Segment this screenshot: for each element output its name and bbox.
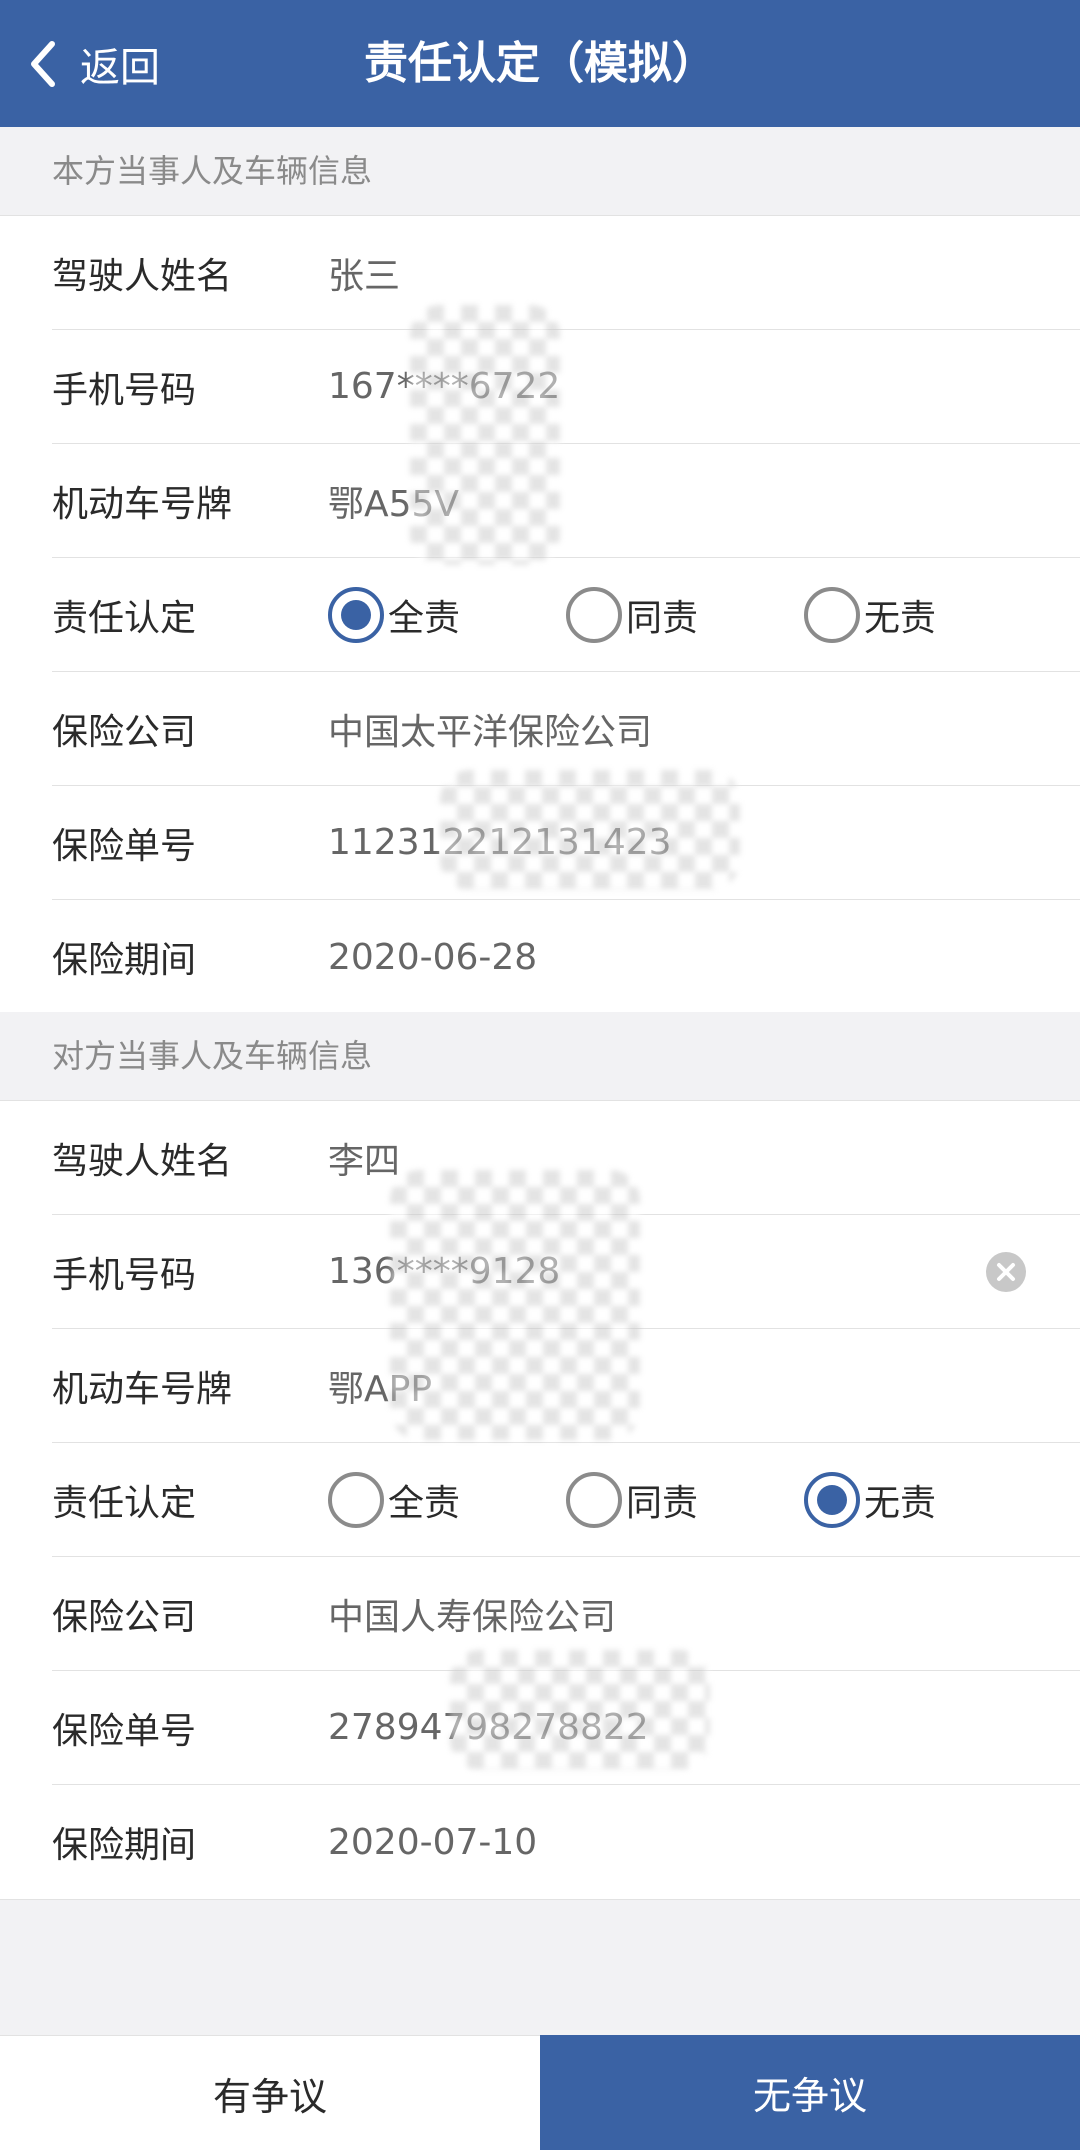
clear-icon[interactable] bbox=[986, 1252, 1026, 1292]
own-liability-radio-group: 全责 同责 无责 bbox=[328, 586, 1080, 643]
radio-label: 全责 bbox=[388, 597, 461, 639]
own-party-form: 驾驶人姓名 张三 手机号码 167****6722 机动车号牌 鄂A55V 责任… bbox=[0, 215, 1080, 1015]
other-liability-option-equal[interactable]: 同责 bbox=[566, 1471, 804, 1528]
own-liability-row: 责任认定 全责 同责 无责 bbox=[52, 558, 1080, 672]
other-plate-value: 鄂APP bbox=[328, 1368, 433, 1410]
radio-label: 全责 bbox=[388, 1482, 461, 1524]
other-period-value: 2020-07-10 bbox=[328, 1821, 538, 1863]
other-insurer-value: 中国人寿保险公司 bbox=[328, 1596, 617, 1638]
radio-unchecked-icon[interactable] bbox=[566, 1471, 622, 1528]
row-label: 保险期间 bbox=[52, 940, 197, 981]
row-label: 驾驶人姓名 bbox=[52, 255, 233, 297]
radio-label: 同责 bbox=[626, 597, 699, 639]
other-liability-radio-group: 全责 同责 无责 bbox=[328, 1471, 1080, 1528]
row-label: 机动车号牌 bbox=[52, 1368, 233, 1410]
other-phone-input[interactable]: 136****9128 bbox=[328, 1251, 1080, 1292]
own-insurer-value: 中国太平洋保险公司 bbox=[328, 711, 653, 753]
own-policy-row: 保险单号 112312212131423 bbox=[52, 786, 1080, 900]
own-phone-row: 手机号码 167****6722 bbox=[52, 330, 1080, 444]
other-driver-name-value: 李四 bbox=[328, 1140, 401, 1182]
own-period-row: 保险期间 2020-06-28 bbox=[52, 900, 1080, 1014]
row-label: 手机号码 bbox=[52, 369, 197, 411]
radio-checked-icon[interactable] bbox=[328, 586, 384, 643]
radio-label: 无责 bbox=[864, 1482, 937, 1524]
own-insurer-row: 保险公司 中国太平洋保险公司 bbox=[52, 672, 1080, 786]
other-liability-option-full[interactable]: 全责 bbox=[328, 1471, 566, 1528]
row-label: 责任认定 bbox=[52, 597, 197, 639]
row-label: 驾驶人姓名 bbox=[52, 1140, 233, 1182]
own-plate-row: 机动车号牌 鄂A55V bbox=[52, 444, 1080, 558]
row-label: 保险公司 bbox=[52, 711, 197, 753]
other-driver-name-row: 驾驶人姓名 李四 bbox=[52, 1101, 1080, 1215]
other-liability-option-none[interactable]: 无责 bbox=[804, 1471, 1042, 1528]
other-insurer-row: 保险公司 中国人寿保险公司 bbox=[52, 1557, 1080, 1671]
bottom-action-bar: 有争议 无争议 bbox=[0, 2035, 1080, 2150]
own-phone-value: 167****6722 bbox=[328, 366, 561, 407]
own-party-section-header: 本方当事人及车辆信息 bbox=[0, 127, 1080, 215]
other-liability-row: 责任认定 全责 同责 无责 bbox=[52, 1443, 1080, 1557]
other-plate-row: 机动车号牌 鄂APP bbox=[52, 1329, 1080, 1443]
other-phone-row: 手机号码 136****9128 bbox=[52, 1215, 1080, 1329]
radio-label: 无责 bbox=[864, 597, 937, 639]
other-party-section-header: 对方当事人及车辆信息 bbox=[0, 1012, 1080, 1100]
own-period-value: 2020-06-28 bbox=[328, 936, 538, 978]
own-policy-value: 112312212131423 bbox=[328, 822, 672, 863]
navigation-bar: 返回 责任认定（模拟） bbox=[0, 0, 1080, 127]
radio-label: 同责 bbox=[626, 1482, 699, 1524]
own-liability-option-full[interactable]: 全责 bbox=[328, 586, 566, 643]
row-label: 保险公司 bbox=[52, 1596, 197, 1638]
own-plate-value: 鄂A55V bbox=[328, 483, 460, 525]
row-label: 机动车号牌 bbox=[52, 483, 233, 525]
own-driver-name-value: 张三 bbox=[328, 255, 401, 297]
dispute-button[interactable]: 有争议 bbox=[0, 2035, 540, 2150]
radio-unchecked-icon[interactable] bbox=[804, 586, 860, 643]
row-label: 保险单号 bbox=[52, 825, 197, 867]
other-period-row: 保险期间 2020-07-10 bbox=[52, 1785, 1080, 1899]
other-policy-row: 保险单号 27894798278822 bbox=[52, 1671, 1080, 1785]
other-policy-value: 27894798278822 bbox=[328, 1707, 649, 1748]
row-label: 保险单号 bbox=[52, 1710, 197, 1752]
own-driver-name-row: 驾驶人姓名 张三 bbox=[52, 216, 1080, 330]
other-party-form: 驾驶人姓名 李四 手机号码 136****9128 机动车号牌 鄂APP 责任认… bbox=[0, 1100, 1080, 1900]
row-label: 保险期间 bbox=[52, 1825, 197, 1866]
own-liability-option-none[interactable]: 无责 bbox=[804, 586, 1042, 643]
radio-unchecked-icon[interactable] bbox=[328, 1471, 384, 1528]
page-title: 责任认定（模拟） bbox=[364, 38, 716, 89]
row-label: 手机号码 bbox=[52, 1254, 197, 1296]
row-label: 责任认定 bbox=[52, 1482, 197, 1524]
no-dispute-button[interactable]: 无争议 bbox=[540, 2035, 1080, 2150]
own-liability-option-equal[interactable]: 同责 bbox=[566, 586, 804, 643]
radio-checked-icon[interactable] bbox=[804, 1471, 860, 1528]
radio-unchecked-icon[interactable] bbox=[566, 586, 622, 643]
